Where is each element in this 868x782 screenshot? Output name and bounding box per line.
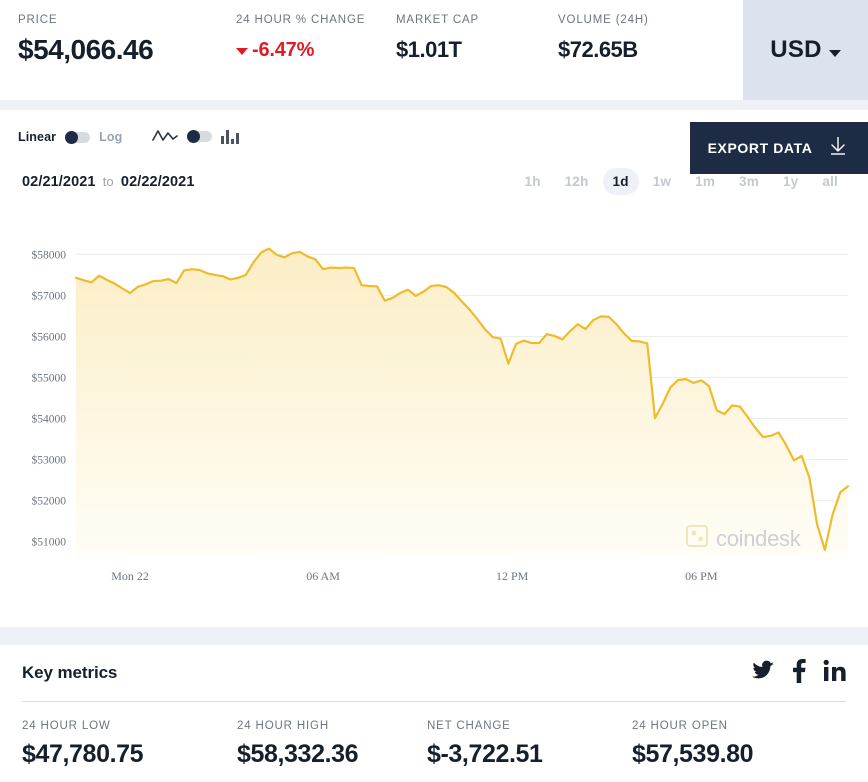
date-range-picker: 02/21/2021 to 02/22/2021	[22, 174, 194, 190]
caret-down-icon	[236, 48, 248, 55]
chart-subbar: 02/21/2021 to 02/22/2021 1h 12h 1d 1w 1m…	[0, 168, 868, 216]
toggle-knob	[65, 131, 78, 144]
scale-toggle-group: Linear Log	[18, 130, 122, 144]
date-range-start[interactable]: 02/21/2021	[22, 174, 96, 190]
date-range-separator: to	[103, 174, 114, 189]
chart-area-fill	[76, 249, 848, 556]
stat-change-label: 24 HOUR % CHANGE	[236, 14, 396, 26]
stat-change-value: -6.47%	[252, 33, 314, 67]
y-axis-tick-label: $52000	[32, 495, 67, 508]
range-tab-3m[interactable]: 3m	[729, 168, 769, 195]
currency-label: USD	[770, 36, 822, 64]
metric-net-change: NET CHANGE $-3,722.51	[427, 720, 632, 769]
stat-volume: VOLUME (24H) $72.65B	[558, 14, 743, 100]
y-axis-tick-label: $51000	[32, 536, 67, 549]
stat-price: PRICE $54,066.46	[18, 14, 236, 100]
range-tab-1m[interactable]: 1m	[685, 168, 725, 195]
stat-price-label: PRICE	[18, 14, 236, 26]
line-chart-icon[interactable]	[152, 128, 178, 144]
x-axis-tick-label: 06 PM	[685, 569, 718, 583]
price-chart-card: Linear Log EXP	[0, 110, 868, 627]
y-axis-tick-label: $54000	[32, 413, 67, 426]
chart-toolbar: Linear Log EXP	[0, 110, 868, 168]
y-axis-tick-label: $55000	[32, 372, 67, 385]
y-axis-tick-label: $53000	[32, 454, 67, 467]
price-chart-plot[interactable]: $51000 $52000 $53000 $54000 $55000 $56000 $570…	[0, 216, 868, 606]
price-area-chart[interactable]: $51000 $52000 $53000 $54000 $55000 $56000 $570…	[0, 216, 868, 606]
range-tab-12h[interactable]: 12h	[555, 168, 599, 195]
stat-price-value: $54,066.46	[18, 33, 236, 67]
metric-24-hour-low: 24 HOUR LOW $47,780.75	[22, 720, 237, 769]
scale-toggle-switch[interactable]	[65, 132, 90, 143]
metric-24-hour-low-label: 24 HOUR LOW	[22, 720, 237, 732]
x-axis-tick-label: 12 PM	[496, 569, 529, 583]
range-tab-all[interactable]: all	[812, 168, 848, 195]
twitter-icon[interactable]	[750, 659, 776, 688]
range-tab-1h[interactable]: 1h	[515, 168, 551, 195]
download-icon	[826, 134, 850, 163]
metric-24-hour-high-value: $58,332.36	[237, 740, 427, 769]
scale-linear-label[interactable]: Linear	[18, 130, 56, 144]
metric-24-hour-open: 24 HOUR OPEN $57,539.80	[632, 720, 832, 769]
x-axis-tick-label: 06 AM	[306, 569, 340, 583]
key-metrics-list: 24 HOUR LOW $47,780.75 24 HOUR HIGH $58,…	[18, 702, 850, 769]
coindesk-price-page: PRICE $54,066.46 24 HOUR % CHANGE -6.47%…	[0, 0, 868, 782]
scale-log-label[interactable]: Log	[99, 130, 122, 144]
chevron-down-icon	[829, 50, 841, 57]
stat-market-cap-value: $1.01T	[396, 33, 558, 67]
x-axis-tick-label: Mon 22	[111, 569, 149, 583]
range-tab-1w[interactable]: 1w	[643, 168, 681, 195]
bar-chart-icon[interactable]	[221, 129, 239, 144]
metric-24-hour-open-value: $57,539.80	[632, 740, 832, 769]
chart-type-toggle-switch[interactable]	[187, 131, 212, 142]
date-range-end[interactable]: 02/22/2021	[121, 174, 195, 190]
export-data-button[interactable]: EXPORT DATA	[690, 122, 868, 174]
facebook-icon[interactable]	[792, 659, 806, 688]
y-axis-tick-label: $57000	[32, 289, 67, 302]
range-tab-1y[interactable]: 1y	[773, 168, 808, 195]
stat-volume-value: $72.65B	[558, 33, 743, 67]
stat-change-row: -6.47%	[236, 33, 396, 67]
currency-selector[interactable]: USD	[743, 0, 868, 100]
range-tabs: 1h 12h 1d 1w 1m 3m 1y all	[515, 168, 849, 195]
stat-volume-label: VOLUME (24H)	[558, 14, 743, 26]
price-stats-card: PRICE $54,066.46 24 HOUR % CHANGE -6.47%…	[0, 0, 868, 100]
key-metrics-card: Key metrics	[0, 645, 868, 782]
stat-market-cap-label: MARKET CAP	[396, 14, 558, 26]
metric-24-hour-high-label: 24 HOUR HIGH	[237, 720, 427, 732]
key-metrics-header: Key metrics	[18, 645, 850, 701]
metric-24-hour-high: 24 HOUR HIGH $58,332.36	[237, 720, 427, 769]
metric-24-hour-open-label: 24 HOUR OPEN	[632, 720, 832, 732]
metric-24-hour-low-value: $47,780.75	[22, 740, 237, 769]
stat-market-cap: MARKET CAP $1.01T	[396, 14, 558, 100]
social-share-group	[750, 659, 848, 688]
range-tab-1d[interactable]: 1d	[603, 168, 639, 195]
metric-net-change-value: $-3,722.51	[427, 740, 632, 769]
y-axis-tick-label: $58000	[32, 248, 67, 261]
y-axis-tick-label: $56000	[32, 330, 67, 343]
stat-change: 24 HOUR % CHANGE -6.47%	[236, 14, 396, 100]
linkedin-icon[interactable]	[822, 659, 848, 688]
export-data-label: EXPORT DATA	[708, 140, 813, 156]
key-metrics-title: Key metrics	[22, 663, 117, 683]
metric-net-change-label: NET CHANGE	[427, 720, 632, 732]
toggle-knob	[187, 130, 200, 143]
chart-type-toggle-group	[152, 128, 239, 144]
stats-list: PRICE $54,066.46 24 HOUR % CHANGE -6.47%…	[0, 0, 743, 100]
